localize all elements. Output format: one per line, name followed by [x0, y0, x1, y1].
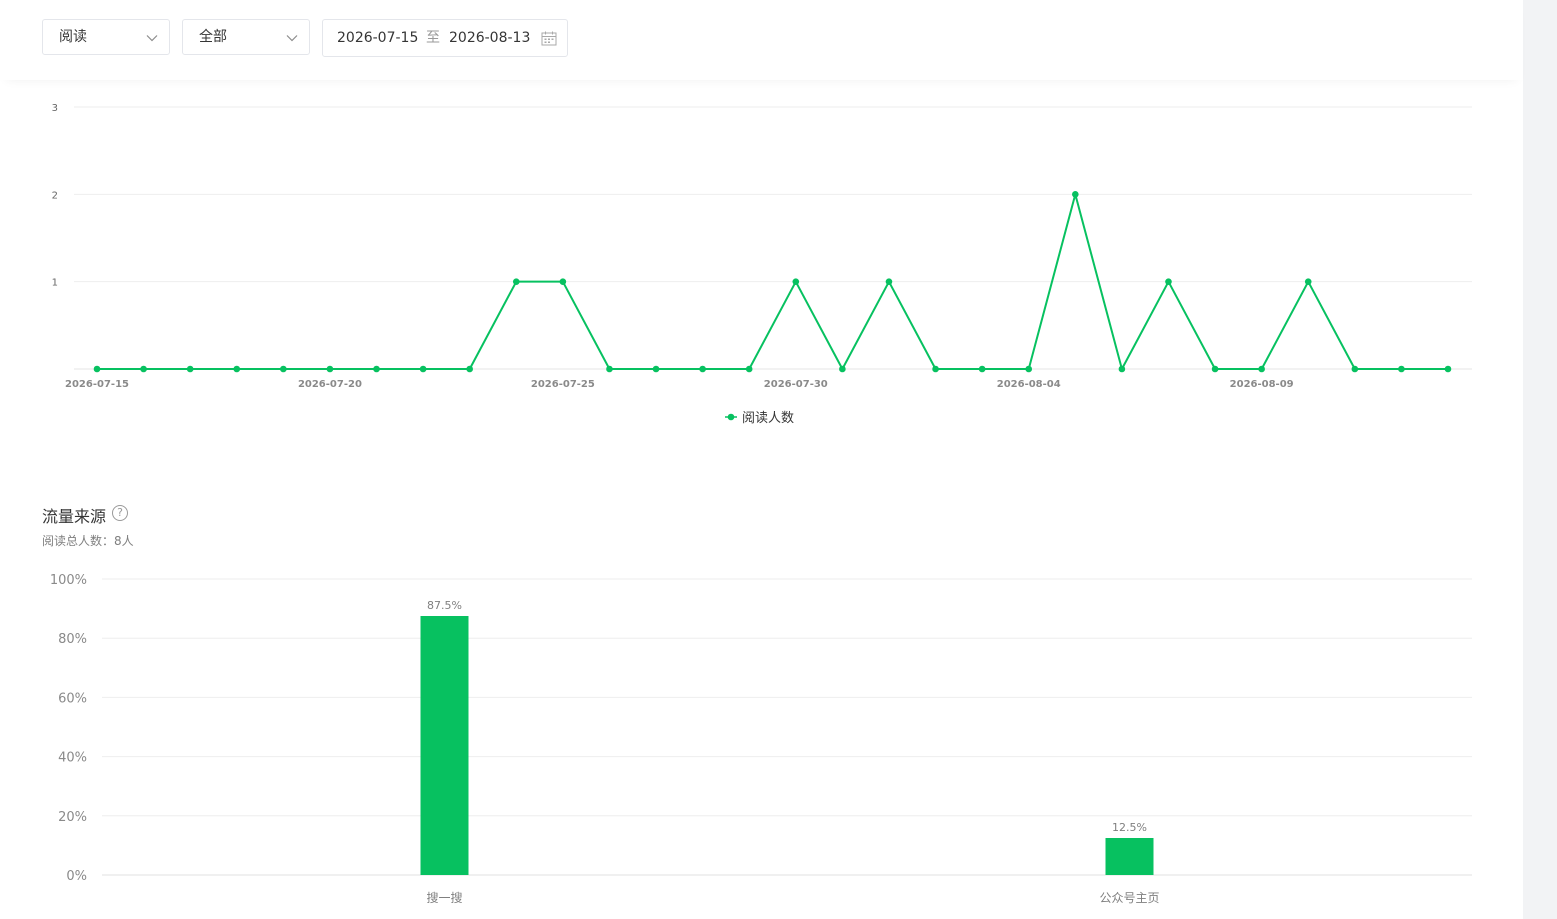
data-point: [1072, 191, 1079, 198]
y-tick-label: 1: [52, 278, 58, 289]
date-end[interactable]: 2026-08-13: [449, 20, 530, 56]
traffic-source-title: 流量来源: [42, 507, 107, 526]
scope-select[interactable]: 全部: [182, 19, 310, 55]
data-point: [932, 365, 939, 373]
x-tick-label: 2026-07-15: [65, 379, 129, 390]
data-point: [1304, 278, 1312, 285]
metric-select[interactable]: 阅读: [42, 19, 170, 55]
data-point: [1118, 365, 1126, 373]
metric-select-value: 阅读: [59, 29, 87, 45]
page: 阅读 全部 2026-07-15 至 2026-08-13 1 2 3 2026…: [0, 0, 1523, 919]
legend: 阅读人数: [725, 411, 794, 426]
filter-toolbar: 阅读 全部 2026-07-15 至 2026-08-13: [0, 0, 1523, 80]
data-point: [1351, 365, 1359, 373]
data-point: [1025, 365, 1033, 373]
x-tick-label: 2026-07-20: [298, 379, 362, 390]
category-label: 公众号主页: [1099, 891, 1159, 905]
chevron-down-icon: [146, 35, 158, 42]
data-point: [233, 365, 241, 373]
chevron-down-icon: [286, 35, 298, 42]
data-point: [466, 365, 473, 373]
daily-readers-line-chart: 1 2 3 2026-07-15 2026-07-20 2026-07-25 2026-07…: [52, 103, 1472, 426]
y-tick-label: 60%: [58, 691, 87, 706]
y-tick-label: 20%: [58, 810, 87, 825]
bar: [420, 616, 469, 875]
scrollbar[interactable]: [1523, 0, 1557, 919]
legend-label: 阅读人数: [742, 411, 794, 426]
y-tick-label: 2: [52, 190, 58, 201]
x-tick-label: 2026-07-30: [764, 379, 828, 390]
data-point: [373, 365, 380, 373]
data-point: [978, 365, 986, 373]
data-point: [280, 365, 287, 373]
scope-select-value: 全部: [199, 29, 227, 45]
total-readers-label: 阅读总人数：8人: [42, 534, 134, 548]
x-tick-label: 2026-08-09: [1230, 379, 1294, 390]
y-tick-label: 3: [52, 103, 58, 114]
data-point: [140, 365, 147, 373]
data-point: [1258, 365, 1265, 373]
data-point: [885, 278, 893, 285]
x-tick-label: 2026-08-04: [997, 379, 1061, 390]
date-separator: 至: [426, 30, 440, 46]
data-point: [93, 365, 101, 373]
data-point: [1165, 278, 1172, 285]
category-label: 搜一搜: [426, 890, 462, 905]
data-point: [745, 365, 753, 373]
legend-marker: [727, 413, 735, 421]
data-point: [652, 365, 660, 373]
bar: [1105, 838, 1154, 875]
data-point: [186, 365, 194, 373]
calendar-icon[interactable]: [541, 31, 557, 46]
data-point: [559, 278, 567, 285]
data-point: [699, 365, 706, 373]
traffic-source-bar-chart: 0% 20% 40% 60% 80% 100% 87.5% 搜一搜 12.5% 公众号主页: [50, 573, 1472, 905]
y-tick-label: 80%: [58, 632, 87, 647]
date-start[interactable]: 2026-07-15: [337, 20, 418, 56]
y-tick-label: 100%: [50, 573, 87, 588]
date-range-picker[interactable]: 2026-07-15 至 2026-08-13: [322, 19, 568, 57]
data-point: [1398, 365, 1405, 373]
data-point: [512, 278, 520, 285]
data-point: [1444, 365, 1452, 373]
data-point: [606, 365, 613, 373]
data-point: [1211, 365, 1219, 373]
data-point: [839, 365, 846, 373]
data-point: [419, 365, 427, 373]
data-point: [792, 278, 800, 285]
bar-value-label: 87.5%: [427, 599, 462, 612]
y-tick-label: 40%: [58, 751, 87, 766]
help-icon[interactable]: ?: [112, 505, 128, 521]
bar-value-label: 12.5%: [1112, 821, 1147, 834]
data-point: [326, 365, 334, 373]
y-tick-label: 0%: [66, 869, 87, 884]
x-tick-label: 2026-07-25: [531, 379, 595, 390]
